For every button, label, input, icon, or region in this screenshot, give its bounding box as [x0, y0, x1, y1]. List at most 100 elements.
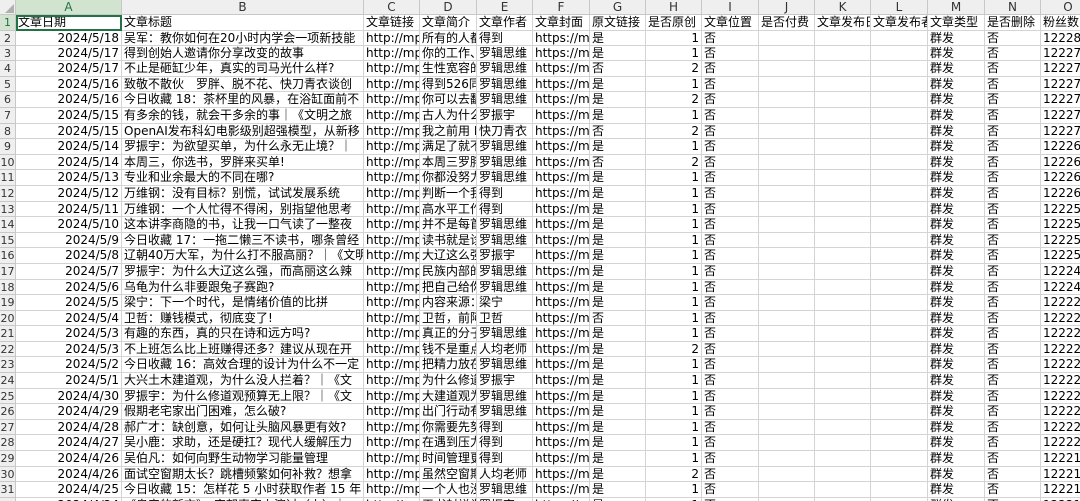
table-cell[interactable]: 否 — [702, 61, 759, 77]
table-cell[interactable] — [815, 326, 871, 342]
row-number[interactable]: 3 — [0, 45, 16, 62]
table-cell[interactable]: 罗振宇：为什么大辽这么强，而高丽这么辣 — [122, 263, 364, 280]
table-cell[interactable] — [815, 435, 871, 452]
table-cell[interactable]: https://mmbiz.qpic.cn — [533, 295, 590, 311]
table-cell[interactable]: https://mmbiz.qpic.cn — [533, 263, 590, 280]
header-cell[interactable]: 文章发布日 — [815, 15, 871, 31]
table-cell[interactable] — [871, 217, 928, 233]
header-cell[interactable]: 文章位置 — [702, 15, 759, 31]
table-cell[interactable] — [759, 154, 815, 171]
table-cell[interactable]: 真正的分子 — [420, 326, 477, 342]
table-cell[interactable]: 罗辑思维 — [477, 279, 533, 296]
table-cell[interactable] — [871, 388, 928, 405]
column-header-n[interactable]: N — [985, 0, 1041, 15]
table-cell[interactable] — [871, 232, 928, 249]
table-cell[interactable]: 2024/5/11 — [16, 201, 122, 218]
table-cell[interactable]: 1 — [646, 388, 702, 405]
table-cell[interactable]: 满足了就不 — [420, 139, 477, 155]
table-cell[interactable]: 2024/5/16 — [16, 92, 122, 108]
row-number[interactable]: 28 — [0, 435, 16, 452]
row-number[interactable]: 9 — [0, 139, 16, 155]
column-header-f[interactable]: F — [533, 0, 590, 15]
select-all-corner[interactable] — [0, 0, 16, 15]
table-cell[interactable]: 卫哲，前阿 — [420, 310, 477, 327]
table-cell[interactable]: 本周三罗胖 — [420, 154, 477, 171]
table-cell[interactable]: 你可以去翻 — [420, 92, 477, 108]
table-cell[interactable]: 1 — [646, 357, 702, 374]
table-cell[interactable]: http://mp. — [364, 154, 420, 171]
header-cell[interactable]: 文章链接 — [364, 15, 420, 31]
table-cell[interactable] — [815, 76, 871, 93]
table-cell[interactable]: 否 — [702, 107, 759, 124]
table-cell[interactable]: 1 — [646, 30, 702, 46]
table-cell[interactable]: 1 — [646, 482, 702, 498]
table-cell[interactable]: 群发 — [928, 154, 985, 171]
table-cell[interactable]: http://mp. — [364, 326, 420, 342]
table-cell[interactable]: 并不是每首 — [420, 217, 477, 233]
table-cell[interactable]: 2 — [646, 123, 702, 140]
table-cell[interactable]: 否 — [985, 357, 1041, 374]
table-cell[interactable]: 1 — [646, 263, 702, 280]
table-cell[interactable]: 1 — [646, 404, 702, 420]
table-cell[interactable] — [871, 123, 928, 140]
table-cell[interactable] — [759, 404, 815, 420]
table-cell[interactable] — [871, 310, 928, 327]
table-cell[interactable]: 12222415 — [1041, 326, 1080, 342]
table-cell[interactable]: 否 — [702, 419, 759, 436]
table-cell[interactable]: 12221636 — [1041, 482, 1080, 498]
table-cell[interactable] — [815, 170, 871, 186]
table-cell[interactable]: https://mmbiz.qpic.cn — [533, 232, 590, 249]
table-cell[interactable]: 是 — [590, 373, 646, 389]
table-cell[interactable]: 否 — [985, 170, 1041, 186]
table-cell[interactable]: 12226916 — [1041, 155, 1080, 171]
table-cell[interactable]: 2024/5/6 — [16, 279, 122, 296]
table-cell[interactable]: 否 — [985, 451, 1041, 467]
table-cell[interactable]: 乌龟为什么非要跟兔子赛跑? — [122, 279, 364, 296]
table-cell[interactable]: 是 — [590, 30, 646, 46]
table-cell[interactable]: 是 — [590, 326, 646, 342]
table-cell[interactable] — [871, 373, 928, 389]
table-cell[interactable]: 2024/5/3 — [16, 341, 122, 358]
column-header-d[interactable]: D — [420, 0, 477, 15]
table-cell[interactable]: 卫哲：赚钱模式，彻底变了! — [122, 310, 364, 327]
table-cell[interactable]: http://mp. — [364, 201, 420, 218]
table-cell[interactable] — [815, 217, 871, 233]
row-number[interactable]: 21 — [0, 326, 16, 342]
table-cell[interactable] — [871, 419, 928, 436]
header-cell[interactable]: 文章类型 — [928, 15, 985, 31]
table-cell[interactable] — [871, 435, 928, 452]
table-cell[interactable]: 1 — [646, 435, 702, 452]
table-cell[interactable]: http://mp. — [364, 373, 420, 389]
table-cell[interactable]: 2024/5/3 — [16, 326, 122, 342]
table-cell[interactable]: 今日收藏 17：一拖二懒三不读书，哪条曾经 — [122, 232, 364, 249]
table-cell[interactable]: 是 — [590, 263, 646, 280]
table-cell[interactable]: 是 — [590, 185, 646, 202]
table-cell[interactable]: 否 — [985, 30, 1041, 46]
row-number[interactable]: 5 — [0, 76, 16, 93]
table-cell[interactable]: 12225905 — [1041, 202, 1080, 218]
table-cell[interactable]: 大兴土木建道观，为什么没人拦着？｜《文 — [122, 373, 364, 389]
table-cell[interactable]: 罗振宇 — [477, 373, 533, 389]
table-cell[interactable]: 你需要先努 — [420, 419, 477, 436]
table-cell[interactable]: 2024/5/15 — [16, 123, 122, 140]
table-cell[interactable]: 群发 — [928, 419, 985, 436]
table-cell[interactable] — [815, 92, 871, 108]
table-cell[interactable]: 得到 — [477, 30, 533, 46]
table-cell[interactable]: 罗辑思维 — [477, 388, 533, 405]
table-cell[interactable]: 群发 — [928, 139, 985, 155]
table-cell[interactable] — [759, 388, 815, 405]
table-cell[interactable]: 群发 — [928, 248, 985, 264]
table-cell[interactable]: http://mp. — [364, 217, 420, 233]
table-cell[interactable]: 否 — [985, 61, 1041, 77]
row-number[interactable]: 12 — [0, 185, 16, 202]
table-cell[interactable]: 梁宁 — [477, 295, 533, 311]
table-cell[interactable]: 2024/5/16 — [16, 76, 122, 93]
table-cell[interactable]: http://mp. — [364, 451, 420, 467]
table-cell[interactable]: 得到 — [477, 185, 533, 202]
table-cell[interactable]: 你都没努力 — [420, 170, 477, 186]
row-number[interactable]: 16 — [0, 248, 16, 264]
table-cell[interactable]: 2024/5/8 — [16, 248, 122, 264]
table-cell[interactable]: 否 — [985, 185, 1041, 202]
table-cell[interactable]: 否 — [702, 295, 759, 311]
table-cell[interactable]: 是 — [590, 248, 646, 264]
